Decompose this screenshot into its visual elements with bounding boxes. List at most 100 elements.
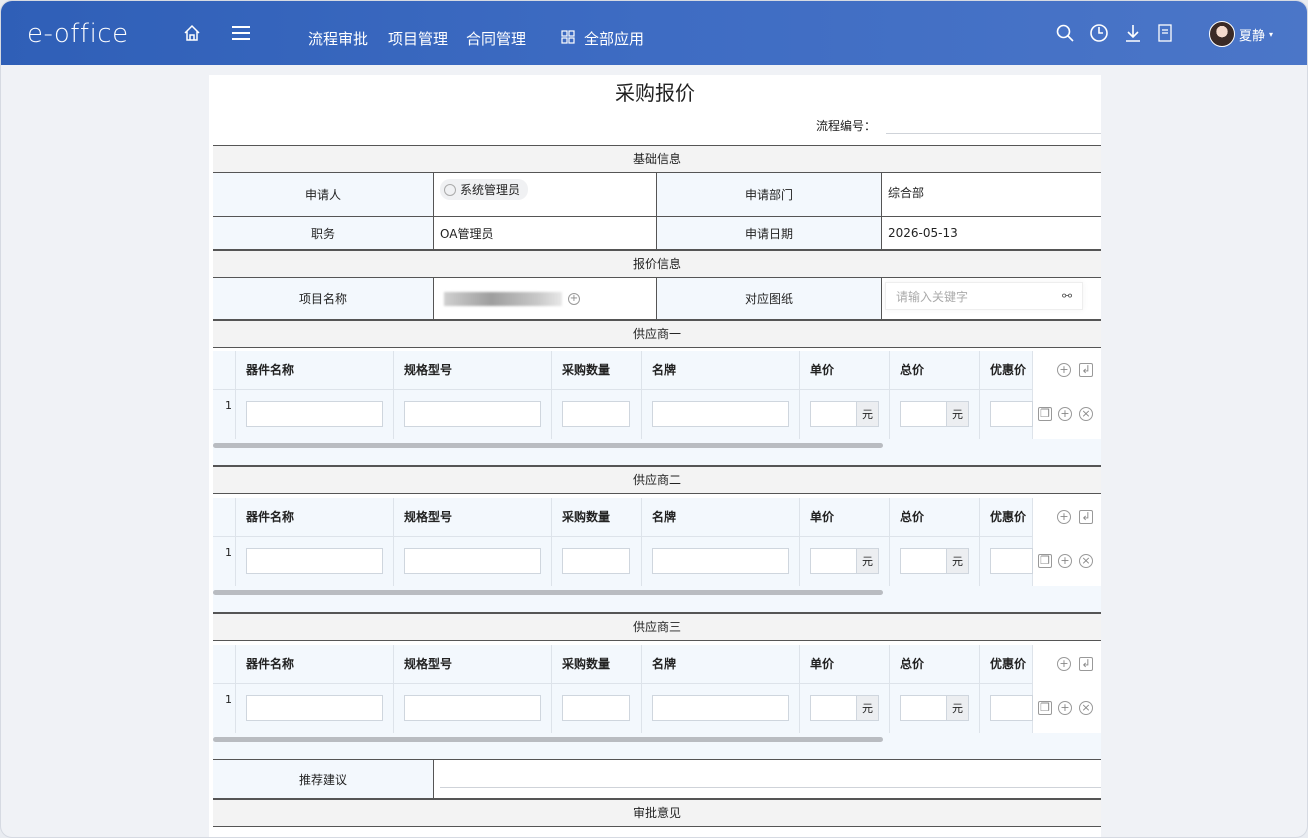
search-icon[interactable] [1055, 23, 1075, 43]
dept-label: 申请部门 [657, 173, 881, 216]
date-label: 申请日期 [657, 217, 881, 249]
row-recommend: 推荐建议 [213, 760, 1101, 799]
avatar [1209, 21, 1235, 47]
nav-workflow[interactable]: 流程审批 [308, 28, 368, 49]
discount-input[interactable] [990, 695, 1033, 721]
form-page: 采购报价 流程编号： 基础信息 申请人 系统管理员 申请部门 综合部 职务 OA… [209, 75, 1101, 837]
part-name-input[interactable] [246, 548, 383, 574]
section-approval: 审批意见 [213, 799, 1101, 827]
redacted-project-name [444, 291, 562, 306]
recommend-input[interactable] [434, 760, 1101, 798]
spec-input[interactable] [404, 401, 541, 427]
col-part-name: 器件名称 [236, 645, 394, 683]
section-supplier-1: 供应商一 [213, 320, 1101, 348]
col-spec: 规格型号 [394, 351, 552, 389]
row-project: 项目名称 + 对应图纸 请输入关键字 ⚯ [213, 278, 1101, 320]
col-total: 总价 [890, 498, 980, 536]
copy-icon[interactable]: ❐ [1038, 554, 1052, 568]
row-actions: + ↲ ❐ + × [1033, 498, 1101, 586]
col-brand: 名牌 [642, 645, 800, 683]
horizontal-scrollbar[interactable] [213, 590, 883, 595]
section-basic-info: 基础信息 [213, 145, 1101, 173]
download-icon[interactable] [1123, 23, 1143, 43]
total-input[interactable] [900, 548, 947, 574]
total-input[interactable] [900, 401, 947, 427]
applicant-chip[interactable]: 系统管理员 [440, 179, 529, 200]
col-discount: 优惠价 [980, 498, 1033, 536]
brand-input[interactable] [652, 401, 789, 427]
user-menu[interactable]: 夏静 ▾ [1209, 21, 1273, 47]
import-icon[interactable]: ↲ [1079, 510, 1093, 524]
document-icon[interactable] [1155, 23, 1175, 43]
discount-input[interactable] [990, 548, 1033, 574]
clock-icon[interactable] [1089, 23, 1109, 43]
part-name-input[interactable] [246, 401, 383, 427]
dept-value: 综合部 [888, 186, 925, 200]
position-label: 职务 [213, 217, 433, 249]
col-discount: 优惠价 [980, 645, 1033, 683]
horizontal-scrollbar[interactable] [213, 443, 883, 448]
brand-input[interactable] [652, 695, 789, 721]
col-unit-price: 单价 [800, 645, 890, 683]
copy-icon[interactable]: ❐ [1038, 701, 1052, 715]
col-qty: 采购数量 [552, 351, 642, 389]
add-row-icon[interactable]: + [1057, 510, 1071, 524]
project-value[interactable]: + [434, 278, 656, 319]
total-input[interactable] [900, 695, 947, 721]
discount-input[interactable] [990, 401, 1033, 427]
qty-input[interactable] [562, 695, 630, 721]
insert-row-icon[interactable]: + [1058, 407, 1072, 421]
drawing-search-input[interactable]: 请输入关键字 ⚯ [885, 282, 1083, 310]
applicant-value[interactable]: 系统管理员 [434, 173, 656, 216]
brand-input[interactable] [652, 548, 789, 574]
spec-input[interactable] [404, 548, 541, 574]
currency-suffix: 元 [857, 548, 879, 574]
applicant-name: 系统管理员 [460, 183, 521, 197]
currency-suffix: 元 [947, 695, 969, 721]
flow-number-field[interactable] [886, 133, 1101, 134]
delete-row-icon[interactable]: × [1079, 407, 1093, 421]
col-total: 总价 [890, 351, 980, 389]
unit-price-input[interactable] [810, 695, 857, 721]
drawing-label: 对应图纸 [657, 278, 881, 319]
spec-input[interactable] [404, 695, 541, 721]
currency-suffix: 元 [947, 401, 969, 427]
insert-row-icon[interactable]: + [1058, 701, 1072, 715]
import-icon[interactable]: ↲ [1079, 363, 1093, 377]
currency-suffix: 元 [857, 401, 879, 427]
delete-row-icon[interactable]: × [1079, 701, 1093, 715]
row-applicant: 申请人 系统管理员 申请部门 综合部 [213, 173, 1101, 217]
drawing-placeholder: 请输入关键字 [896, 289, 969, 304]
copy-icon[interactable]: ❐ [1038, 407, 1052, 421]
page-title: 采购报价 [615, 81, 695, 105]
nav-contracts[interactable]: 合同管理 [466, 28, 526, 49]
add-icon[interactable]: + [568, 292, 580, 305]
row-position: 职务 OA管理员 申请日期 2026-05-13 [213, 217, 1101, 250]
col-qty: 采购数量 [552, 645, 642, 683]
col-part-name: 器件名称 [236, 351, 394, 389]
user-icon [444, 183, 456, 196]
link-icon[interactable]: ⚯ [1062, 289, 1072, 303]
col-unit-price: 单价 [800, 498, 890, 536]
home-icon[interactable] [182, 23, 202, 43]
insert-row-icon[interactable]: + [1058, 554, 1072, 568]
add-row-icon[interactable]: + [1057, 657, 1071, 671]
qty-input[interactable] [562, 548, 630, 574]
delete-row-icon[interactable]: × [1079, 554, 1093, 568]
supplier-2-table: 器件名称 规格型号 采购数量 名牌 单价 总价 优惠价 1 元 元 + ↲ ❐ … [213, 498, 1101, 612]
unit-price-input[interactable] [810, 548, 857, 574]
unit-price-input[interactable] [810, 401, 857, 427]
col-qty: 采购数量 [552, 498, 642, 536]
nav-all-apps[interactable]: 全部应用 [584, 28, 644, 49]
import-icon[interactable]: ↲ [1079, 657, 1093, 671]
add-row-icon[interactable]: + [1057, 363, 1071, 377]
qty-input[interactable] [562, 401, 630, 427]
menu-icon[interactable] [231, 23, 251, 43]
part-name-input[interactable] [246, 695, 383, 721]
flow-number-label: 流程编号： [816, 119, 877, 133]
supplier-3-table: 器件名称 规格型号 采购数量 名牌 单价 总价 优惠价 1 元 元 + ↲ ❐ … [213, 645, 1101, 759]
apps-grid-icon[interactable] [561, 30, 575, 44]
horizontal-scrollbar[interactable] [213, 737, 883, 742]
nav-projects[interactable]: 项目管理 [388, 28, 448, 49]
col-brand: 名牌 [642, 351, 800, 389]
